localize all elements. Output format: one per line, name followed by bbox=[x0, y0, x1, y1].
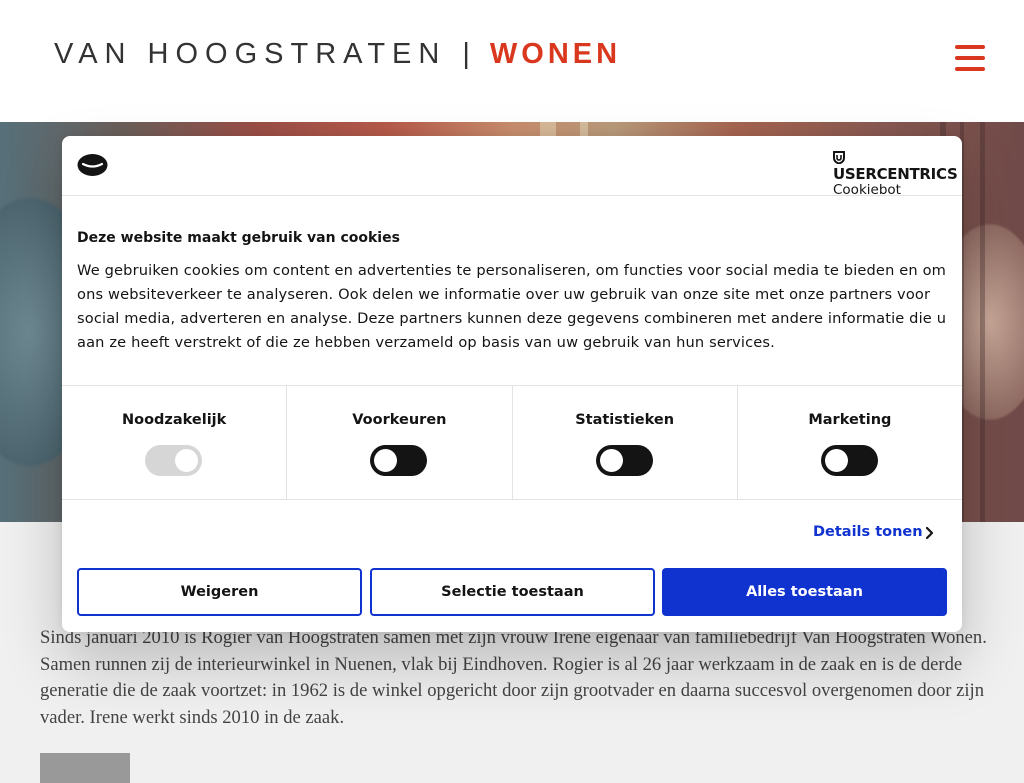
cookiebot-label: Cookiebot bbox=[833, 182, 901, 198]
usercentrics-logo[interactable]: USERCENTRICS Cookiebot bbox=[833, 150, 962, 198]
logo-sub-text: WONEN bbox=[489, 38, 622, 70]
chevron-right-icon[interactable] bbox=[923, 524, 937, 542]
intro-paragraph: Sinds januari 2010 is Rogier van Hoogstr… bbox=[40, 627, 987, 728]
category-label: Marketing bbox=[808, 412, 892, 428]
details-link[interactable]: Details tonen bbox=[813, 524, 923, 540]
toggle-statistieken[interactable] bbox=[595, 445, 653, 476]
shield-icon bbox=[833, 151, 845, 165]
toggle-noodzakelijk bbox=[145, 445, 203, 476]
allow-selection-button[interactable]: Selectie toestaan bbox=[370, 568, 655, 616]
category-voorkeuren: Voorkeuren bbox=[287, 386, 513, 499]
category-statistieken: Statistieken bbox=[513, 386, 738, 499]
logo-separator: | bbox=[462, 38, 470, 70]
category-label: Statistieken bbox=[575, 412, 675, 428]
usercentrics-name: USERCENTRICS bbox=[833, 150, 962, 182]
allow-all-button[interactable]: Alles toestaan bbox=[662, 568, 947, 616]
category-marketing: Marketing bbox=[738, 386, 962, 499]
dialog-header: USERCENTRICS Cookiebot bbox=[62, 136, 962, 198]
site-header: VAN HOOGSTRATEN | WONEN bbox=[0, 0, 1024, 122]
category-label: Voorkeuren bbox=[352, 412, 447, 428]
dialog-title: Deze website maakt gebruik van cookies bbox=[77, 230, 400, 246]
cookie-consent-dialog: USERCENTRICS Cookiebot Deze website maak… bbox=[62, 136, 962, 632]
toggle-voorkeuren[interactable] bbox=[370, 445, 428, 476]
dialog-description: We gebruiken cookies om content en adver… bbox=[77, 262, 947, 351]
cookie-logo-icon bbox=[77, 154, 108, 176]
category-label: Noodzakelijk bbox=[121, 412, 227, 428]
hamburger-menu-icon[interactable] bbox=[955, 45, 985, 71]
deny-button[interactable]: Weigeren bbox=[77, 568, 362, 616]
category-noodzakelijk: Noodzakelijk bbox=[62, 386, 288, 499]
site-logo[interactable]: VAN HOOGSTRATEN | WONEN bbox=[54, 38, 621, 71]
consent-categories: Noodzakelijk Voorkeuren Statistieken Mar… bbox=[62, 385, 962, 500]
toggle-marketing[interactable] bbox=[820, 445, 878, 476]
provider-name: USERCENTRICS bbox=[833, 165, 958, 183]
read-more-button[interactable] bbox=[40, 753, 130, 783]
logo-main-text: VAN HOOGSTRATEN bbox=[54, 38, 447, 70]
